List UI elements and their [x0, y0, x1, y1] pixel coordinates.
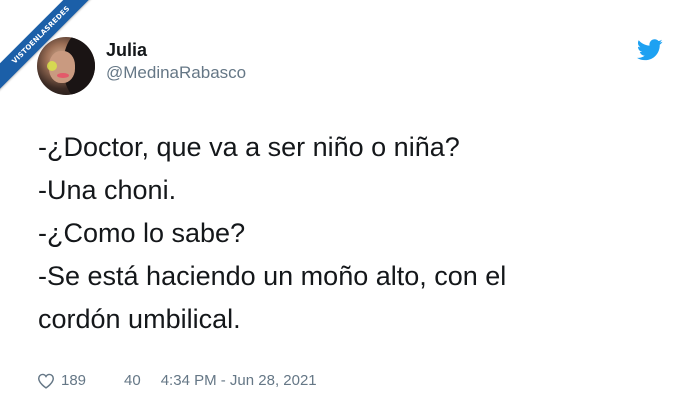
- tweet-footer: 189 40 4:34 PM - Jun 28, 2021: [37, 372, 317, 389]
- heart-icon: [37, 373, 55, 389]
- like-count: 189: [61, 372, 87, 389]
- tweet-timestamp[interactable]: 4:34 PM - Jun 28, 2021: [161, 372, 317, 389]
- tweet-line: -¿Como lo sabe?: [38, 218, 246, 248]
- tweet-line: -Una choni.: [38, 175, 177, 205]
- retweet-count[interactable]: 40: [124, 372, 141, 389]
- like-button[interactable]: 189: [37, 372, 86, 389]
- avatar[interactable]: [37, 37, 95, 95]
- tweet-card: VISTOENLASREDES .com Julia @MedinaRabasc…: [0, 0, 700, 417]
- twitter-bird-icon[interactable]: [637, 39, 663, 61]
- tweet-line: -Se está haciendo un moño alto, con el: [38, 261, 507, 291]
- user-display-name[interactable]: Julia: [106, 40, 147, 61]
- tweet-text: -¿Doctor, que va a ser niño o niña? -Una…: [38, 126, 668, 341]
- tweet-line: cordón umbilical.: [38, 304, 241, 334]
- tweet-line: -¿Doctor, que va a ser niño o niña?: [38, 132, 460, 162]
- user-handle[interactable]: @MedinaRabasco: [106, 63, 246, 83]
